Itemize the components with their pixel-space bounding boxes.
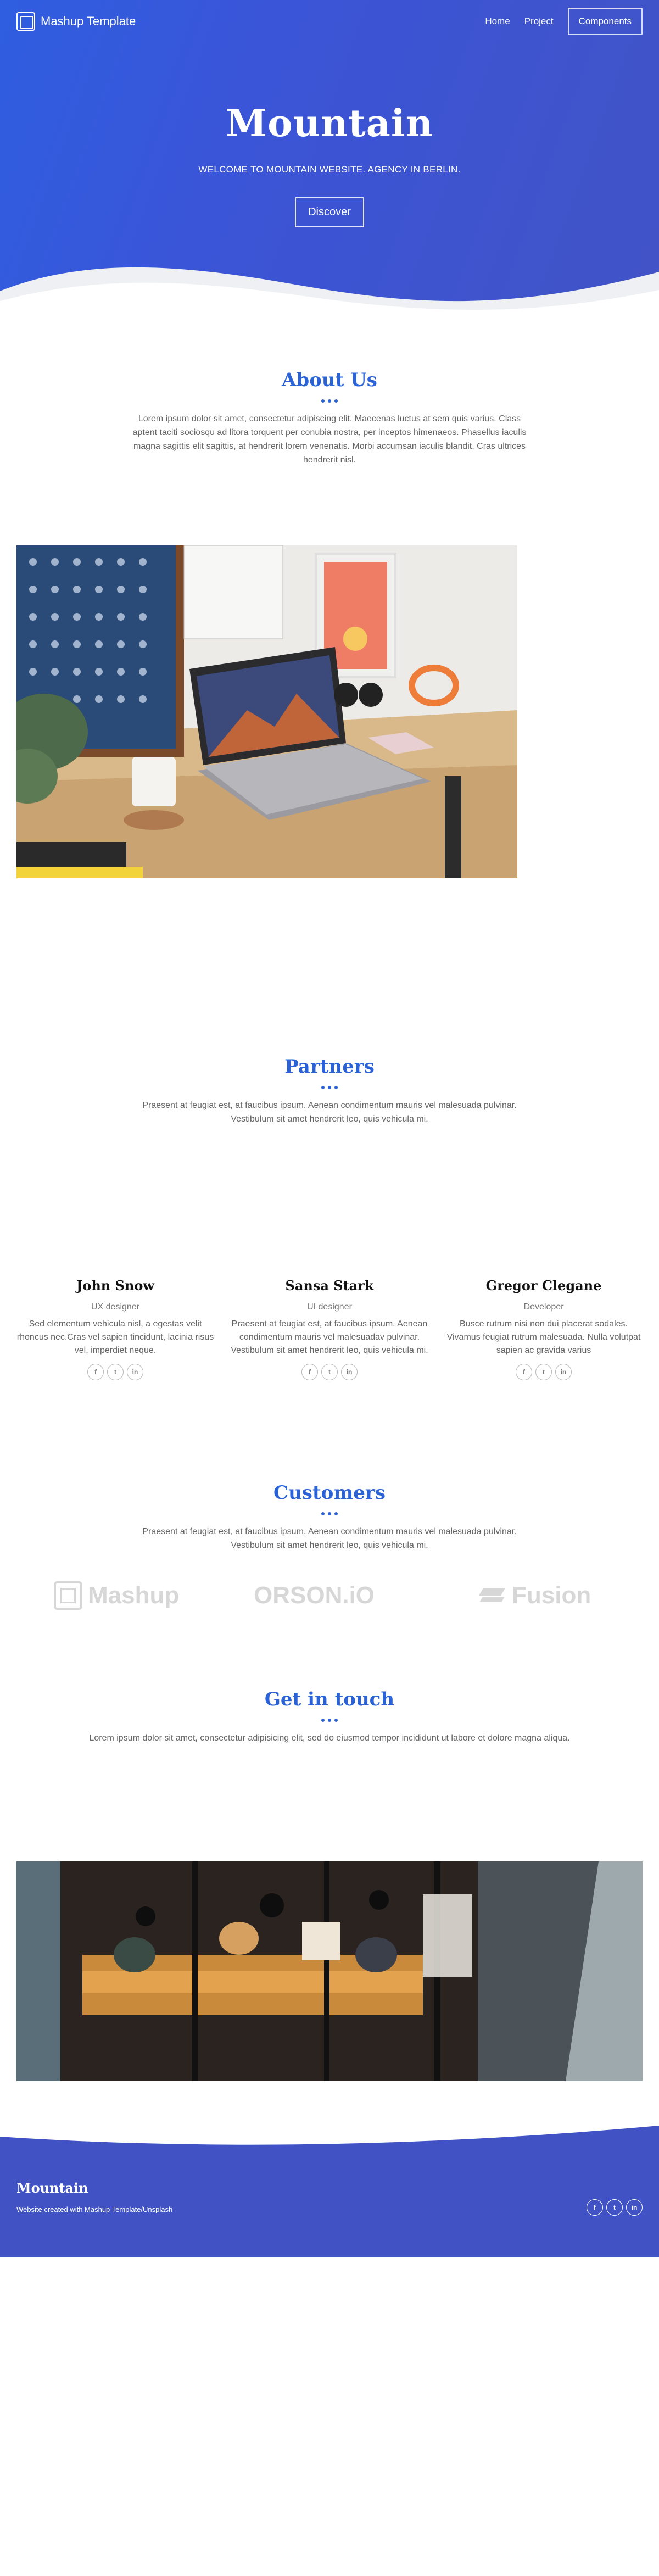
partners-section: Partners Praesent at feugiat est, at fau…	[0, 1056, 659, 1126]
team-member-card: John Snow UX designer Sed elementum vehi…	[16, 1278, 214, 1380]
member-socials: f t in	[16, 1364, 214, 1380]
nav-links: Home Project Components	[485, 8, 643, 35]
footer: Mountain Website created with Mashup Tem…	[0, 2126, 659, 2257]
workspace-photo	[16, 545, 517, 878]
title-dots	[0, 1082, 659, 1089]
linkedin-icon[interactable]: in	[626, 2199, 643, 2216]
contact-text: Lorem ipsum dolor sit amet, consectetur …	[89, 1733, 570, 1743]
brand[interactable]: Mashup Template	[16, 12, 136, 31]
hero-content: Mountain WELCOME TO MOUNTAIN WEBSITE. AG…	[0, 102, 659, 227]
twitter-icon[interactable]: t	[535, 1364, 552, 1380]
member-name: Sansa Stark	[285, 1278, 374, 1293]
nav-components-button[interactable]: Components	[567, 8, 643, 35]
facebook-icon[interactable]: f	[516, 1364, 532, 1380]
footer-note: Website created with Mashup Template/Uns…	[16, 2205, 173, 2213]
fusion-logo-icon	[478, 1585, 506, 1607]
top-navigation: Mashup Template Home Project Components	[0, 0, 659, 43]
brand-logo-icon	[16, 12, 35, 31]
member-role: UX designer	[91, 1302, 140, 1312]
member-name: Gregor Clegane	[485, 1278, 602, 1293]
linkedin-icon[interactable]: in	[555, 1364, 572, 1380]
logo-orson: ORSON.iO	[254, 1579, 375, 1612]
hero-title: Mountain	[225, 102, 434, 146]
twitter-icon[interactable]: t	[606, 2199, 623, 2216]
about-section: About Us Lorem ipsum dolor sit amet, con…	[0, 369, 659, 467]
member-socials: f t in	[445, 1364, 643, 1380]
team-member-card: Sansa Stark UI designer Praesent at feug…	[231, 1278, 428, 1380]
footer-title: Mountain	[16, 2180, 88, 2196]
title-dots	[0, 1508, 659, 1515]
cafe-photo	[16, 1861, 643, 2081]
title-dots	[0, 1715, 659, 1722]
member-role: Developer	[523, 1302, 564, 1312]
logo-mashup: Mashup	[54, 1579, 179, 1612]
hero-subtitle: WELCOME TO MOUNTAIN WEBSITE. AGENCY IN B…	[198, 164, 461, 175]
partners-text: Praesent at feugiat est, at faucibus ips…	[142, 1101, 517, 1124]
logo-text: Fusion	[512, 1582, 591, 1609]
about-title: About Us	[282, 369, 377, 391]
member-socials: f t in	[231, 1364, 428, 1380]
mashup-logo-icon	[54, 1581, 82, 1610]
twitter-icon[interactable]: t	[321, 1364, 338, 1380]
logo-text: Mashup	[88, 1582, 180, 1609]
hero-wave-divider	[0, 267, 659, 319]
facebook-icon[interactable]: f	[587, 2199, 603, 2216]
partners-title: Partners	[284, 1056, 375, 1078]
member-bio: Praesent at feugiat est, at faucibus ips…	[231, 1319, 428, 1355]
contact-section: Get in touch Lorem ipsum dolor sit amet,…	[0, 1688, 659, 1745]
discover-button[interactable]: Discover	[295, 197, 364, 227]
member-role: UI designer	[307, 1302, 352, 1312]
member-bio: Sed elementum vehicula nisl, a egestas v…	[16, 1319, 214, 1355]
team-member-card: Gregor Clegane Developer Busce rutrum ni…	[445, 1278, 643, 1380]
facebook-icon[interactable]: f	[301, 1364, 318, 1380]
linkedin-icon[interactable]: in	[341, 1364, 358, 1380]
team-grid: John Snow UX designer Sed elementum vehi…	[0, 1278, 659, 1380]
nav-link-project[interactable]: Project	[524, 16, 554, 27]
member-bio: Busce rutrum nisi non dui placerat sodal…	[446, 1319, 641, 1355]
customers-title: Customers	[273, 1482, 386, 1504]
title-dots	[0, 395, 659, 403]
brand-name: Mashup Template	[41, 14, 136, 28]
logo-fusion: Fusion	[478, 1579, 591, 1612]
customers-section: Customers Praesent at feugiat est, at fa…	[0, 1482, 659, 1552]
footer-socials: f t in	[587, 2199, 643, 2216]
about-text: Lorem ipsum dolor sit amet, consectetur …	[132, 414, 527, 465]
nav-link-home[interactable]: Home	[485, 16, 510, 27]
customers-text: Praesent at feugiat est, at faucibus ips…	[142, 1527, 517, 1550]
customer-logos: Mashup ORSON.iO Fusion	[0, 1579, 659, 1612]
footer-background	[0, 2126, 659, 2257]
member-name: John Snow	[76, 1278, 155, 1293]
hero-section: Mashup Template Home Project Components …	[0, 0, 659, 319]
facebook-icon[interactable]: f	[87, 1364, 104, 1380]
linkedin-icon[interactable]: in	[127, 1364, 143, 1380]
twitter-icon[interactable]: t	[107, 1364, 124, 1380]
logo-text: ORSON.iO	[254, 1582, 375, 1609]
contact-title: Get in touch	[264, 1688, 395, 1710]
